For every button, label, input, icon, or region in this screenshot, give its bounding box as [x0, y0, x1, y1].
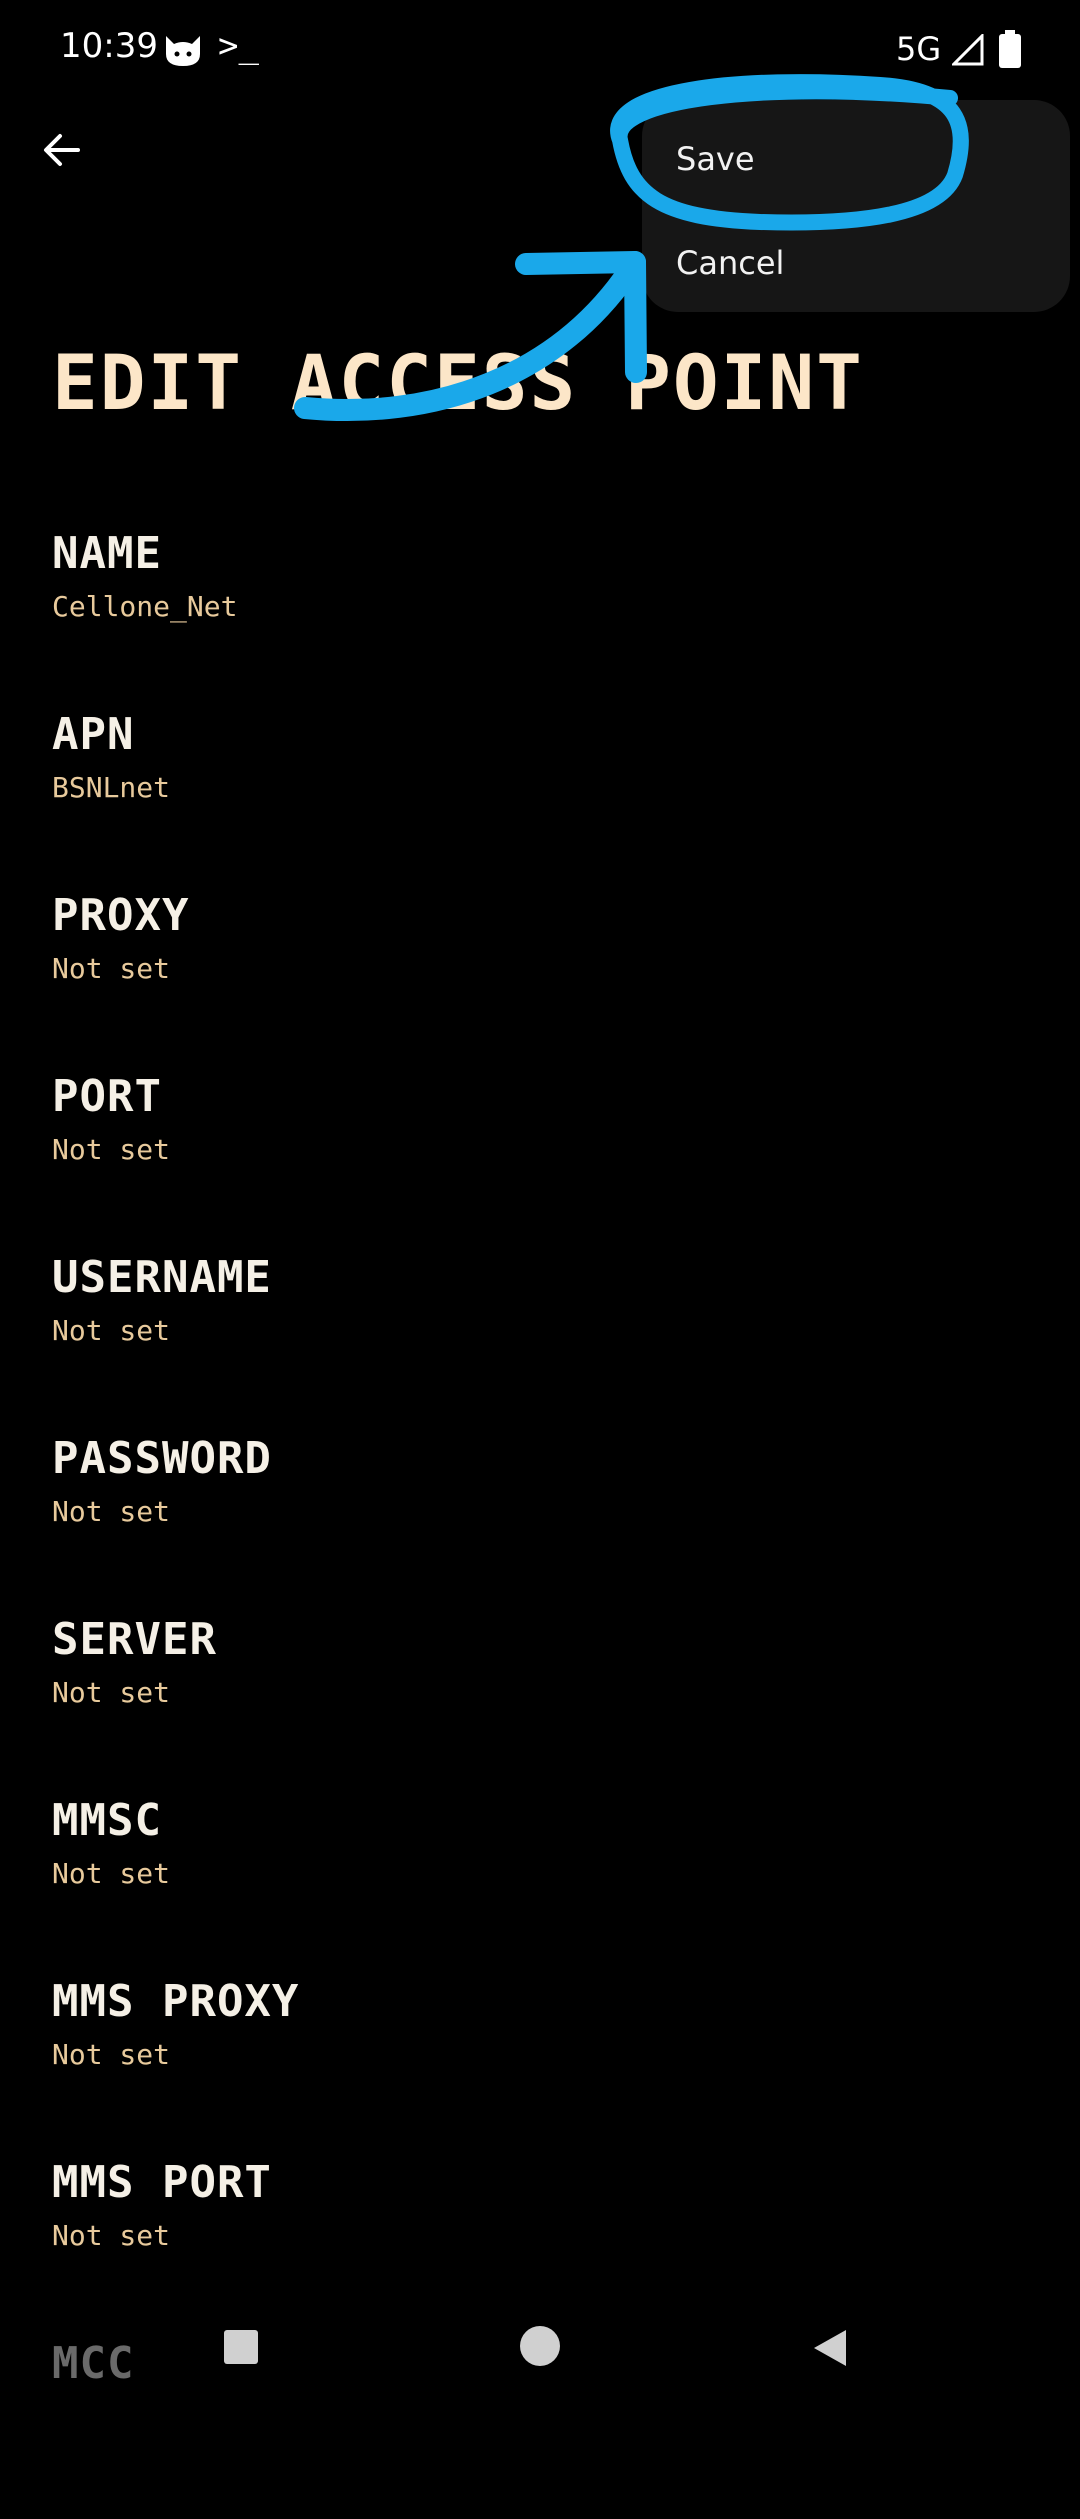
setting-label: PASSWORD	[52, 1433, 272, 1484]
setting-value: Not set	[52, 1314, 171, 1347]
setting-value: Not set	[52, 1133, 171, 1166]
cancel-menu-item[interactable]: Cancel	[676, 244, 784, 282]
overflow-menu: Save Cancel	[642, 100, 1070, 312]
cat-icon	[166, 36, 200, 66]
setting-value: Not set	[52, 2219, 171, 2252]
settings-list: NAME Cellone_Net APN BSNLnet PROXY Not s…	[52, 528, 1032, 2519]
setting-mms-proxy[interactable]: MMS PROXY Not set	[52, 1976, 1032, 2157]
setting-label: USERNAME	[52, 1252, 272, 1303]
setting-apn[interactable]: APN BSNLnet	[52, 709, 1032, 890]
setting-value: BSNLnet	[52, 771, 171, 804]
setting-label: PORT	[52, 1071, 162, 1122]
navigation-bar	[0, 2300, 1080, 2400]
setting-value: Not set	[52, 1495, 171, 1528]
setting-value: Not set	[52, 1857, 171, 1890]
setting-value: Not set	[52, 2038, 171, 2071]
setting-mmsc[interactable]: MMSC Not set	[52, 1795, 1032, 1976]
setting-label: SERVER	[52, 1614, 217, 1665]
network-type: 5G	[896, 30, 942, 68]
setting-label: MMSC	[52, 1795, 162, 1846]
setting-username[interactable]: USERNAME Not set	[52, 1252, 1032, 1433]
setting-port[interactable]: PORT Not set	[52, 1071, 1032, 1252]
page-title: EDIT ACCESS POINT	[52, 338, 864, 427]
setting-password[interactable]: PASSWORD Not set	[52, 1433, 1032, 1614]
signal-icon	[952, 34, 984, 66]
setting-value: Not set	[52, 952, 171, 985]
setting-name[interactable]: NAME Cellone_Net	[52, 528, 1032, 709]
setting-server[interactable]: SERVER Not set	[52, 1614, 1032, 1795]
back-triangle-icon[interactable]	[810, 2328, 850, 2368]
arrow-back-icon	[44, 134, 80, 166]
setting-label: MMS PORT	[52, 2157, 272, 2208]
status-time: 10:39	[60, 26, 158, 66]
setting-label: APN	[52, 709, 135, 760]
status-bar: 10:39 >_ 5G	[0, 0, 1080, 100]
save-menu-item[interactable]: Save	[676, 140, 755, 178]
setting-label: PROXY	[52, 890, 190, 941]
battery-icon	[999, 30, 1021, 68]
home-icon[interactable]	[520, 2326, 560, 2366]
setting-label: MMS PROXY	[52, 1976, 300, 2027]
back-button[interactable]	[30, 118, 94, 182]
setting-proxy[interactable]: PROXY Not set	[52, 890, 1032, 1071]
setting-label: NAME	[52, 528, 162, 579]
terminal-icon: >_	[218, 26, 259, 66]
setting-value: Not set	[52, 1676, 171, 1709]
setting-value: Cellone_Net	[52, 590, 238, 623]
recents-icon[interactable]	[224, 2330, 258, 2364]
